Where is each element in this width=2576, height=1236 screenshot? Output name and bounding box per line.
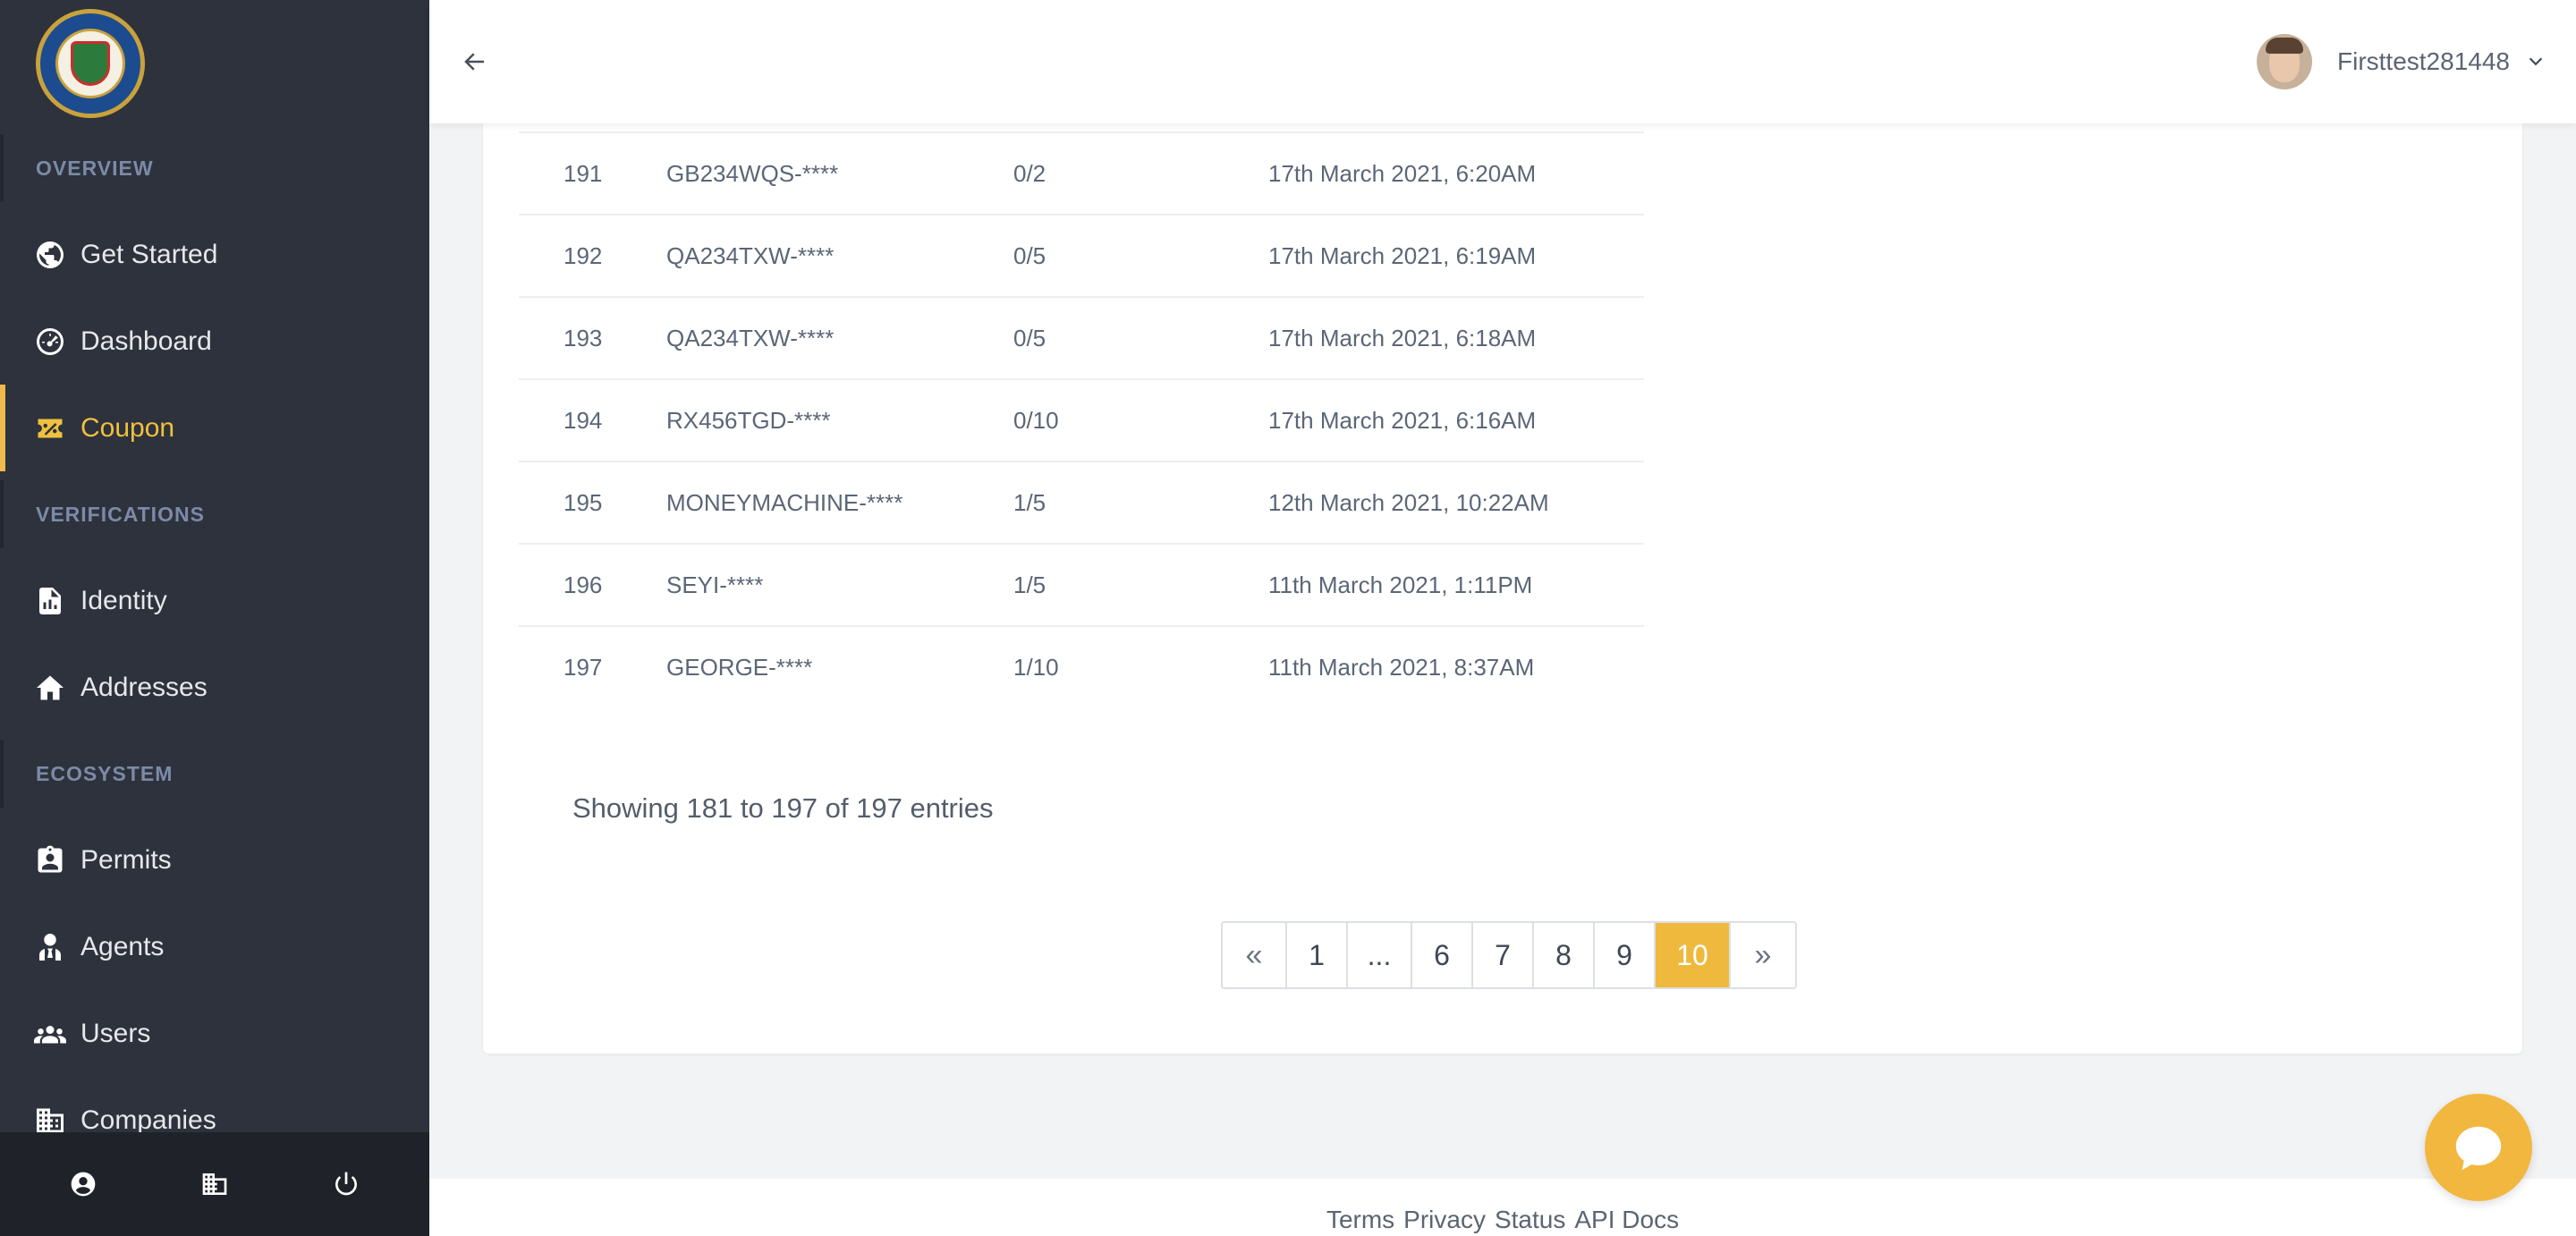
sidebar-item-label: Addresses <box>80 672 208 702</box>
row-usage: 0/10 <box>1013 406 1059 434</box>
row-id: 192 <box>564 241 603 269</box>
footer-link-terms[interactable]: Terms <box>1326 1206 1394 1234</box>
dashboard-gauge-icon <box>34 326 66 358</box>
logo-area <box>0 0 429 125</box>
sidebar-item-addresses[interactable]: Addresses <box>0 644 429 731</box>
row-usage: 0/2 <box>1013 159 1046 187</box>
coupon-icon <box>34 412 66 444</box>
coupon-table: 191 GB234WQS-**** 0/2 17th March 2021, 6… <box>519 131 1644 707</box>
pagination-page-9[interactable]: 9 <box>1595 923 1656 987</box>
pagination-prev[interactable]: « <box>1223 923 1287 987</box>
arrow-left-icon <box>464 53 484 71</box>
table-row: 192 QA234TXW-**** 0/5 17th March 2021, 6… <box>519 214 1644 296</box>
row-date: 11th March 2021, 1:11PM <box>1268 571 1533 598</box>
sidebar-item-users[interactable]: Users <box>0 990 429 1077</box>
coupon-list-card: 191 GB234WQS-**** 0/2 17th March 2021, 6… <box>483 89 2522 1054</box>
chevron-down-icon <box>2526 49 2551 74</box>
row-usage: 1/5 <box>1013 488 1046 516</box>
table-row: 197 GEORGE-**** 1/10 11th March 2021, 8:… <box>519 625 1644 707</box>
sidebar-item-label: Get Started <box>80 239 218 269</box>
home-icon <box>34 672 66 704</box>
user-name: Firsttest281448 <box>2337 47 2510 75</box>
row-id: 191 <box>564 159 603 187</box>
pagination-page-1[interactable]: 1 <box>1287 923 1348 987</box>
row-code: MONEYMACHINE-**** <box>666 488 903 516</box>
pagination-page-7[interactable]: 7 <box>1473 923 1534 987</box>
sidebar-item-label: Companies <box>80 1105 216 1135</box>
chat-bubble-icon <box>2455 1126 2502 1171</box>
sidebar-item-identity[interactable]: Identity <box>0 557 429 644</box>
power-icon[interactable] <box>319 1157 373 1211</box>
row-usage: 0/5 <box>1013 241 1046 269</box>
row-code: RX456TGD-**** <box>666 406 831 434</box>
sidebar-footer <box>0 1132 429 1236</box>
back-button[interactable] <box>451 38 499 86</box>
id-badge-icon <box>34 844 66 876</box>
row-id: 193 <box>564 324 603 351</box>
row-date: 17th March 2021, 6:19AM <box>1268 241 1537 269</box>
crest-icon <box>71 41 110 86</box>
pagination-next[interactable]: » <box>1731 923 1795 987</box>
pagination-page-6[interactable]: 6 <box>1412 923 1473 987</box>
account-circle-icon[interactable] <box>56 1157 110 1211</box>
sidebar-item-label: Identity <box>80 585 167 615</box>
entries-summary: Showing 181 to 197 of 197 entries <box>572 792 994 824</box>
section-title-verifications: VERIFICATIONS <box>0 471 429 557</box>
sidebar-item-label: Users <box>80 1018 151 1048</box>
logo[interactable] <box>36 9 145 118</box>
pagination-ellipsis[interactable]: ... <box>1348 923 1412 987</box>
sidebar: OVERVIEW Get Started Dashboard Coupon VE… <box>0 0 429 1236</box>
pagination-page-10-active[interactable]: 10 <box>1656 923 1731 987</box>
users-icon <box>34 1018 66 1050</box>
page-footer: Terms Privacy Status API Docs <box>429 1179 2576 1236</box>
agent-icon <box>34 931 66 963</box>
building-icon[interactable] <box>188 1157 242 1211</box>
sidebar-item-label: Permits <box>80 844 172 875</box>
row-id: 194 <box>564 406 603 434</box>
row-id: 197 <box>564 653 603 681</box>
sidebar-item-get-started[interactable]: Get Started <box>0 211 429 298</box>
row-id: 196 <box>564 571 603 598</box>
table-row: 193 QA234TXW-**** 0/5 17th March 2021, 6… <box>519 296 1644 378</box>
table-row: 194 RX456TGD-**** 0/10 17th March 2021, … <box>519 378 1644 461</box>
row-usage: 1/10 <box>1013 653 1059 681</box>
row-code: GB234WQS-**** <box>666 159 839 187</box>
row-id: 195 <box>564 488 603 516</box>
sidebar-item-label: Agents <box>80 931 165 961</box>
section-title-ecosystem: ECOSYSTEM <box>0 731 429 817</box>
row-date: 17th March 2021, 6:16AM <box>1268 406 1537 434</box>
row-code: QA234TXW-**** <box>666 241 835 269</box>
globe-icon <box>34 239 66 271</box>
topbar: Firsttest281448 <box>429 0 2576 123</box>
row-date: 12th March 2021, 10:22AM <box>1268 488 1549 516</box>
row-date: 17th March 2021, 6:20AM <box>1268 159 1537 187</box>
row-usage: 1/5 <box>1013 571 1046 598</box>
footer-link-privacy[interactable]: Privacy <box>1403 1206 1486 1234</box>
footer-link-status[interactable]: Status <box>1495 1206 1565 1234</box>
sidebar-item-label: Dashboard <box>80 326 212 356</box>
pagination: « 1 ... 6 7 8 9 10 » <box>1221 921 1797 989</box>
row-usage: 0/5 <box>1013 324 1046 351</box>
chat-button[interactable] <box>2425 1094 2532 1201</box>
sidebar-item-coupon[interactable]: Coupon <box>0 385 429 471</box>
row-code: GEORGE-**** <box>666 653 813 681</box>
section-title-overview: OVERVIEW <box>0 125 429 211</box>
table-row: 191 GB234WQS-**** 0/2 17th March 2021, 6… <box>519 131 1644 214</box>
sidebar-item-permits[interactable]: Permits <box>0 817 429 903</box>
table-row: 195 MONEYMACHINE-**** 1/5 12th March 202… <box>519 461 1644 543</box>
document-chart-icon <box>34 585 66 617</box>
avatar <box>2257 34 2312 89</box>
user-menu[interactable]: Firsttest281448 <box>2257 32 2551 91</box>
sidebar-item-label: Coupon <box>80 412 175 443</box>
row-code: SEYI-**** <box>666 571 764 598</box>
pagination-page-8[interactable]: 8 <box>1534 923 1595 987</box>
row-date: 17th March 2021, 6:18AM <box>1268 324 1537 351</box>
sidebar-item-dashboard[interactable]: Dashboard <box>0 298 429 385</box>
footer-link-api-docs[interactable]: API Docs <box>1574 1206 1679 1234</box>
row-date: 11th March 2021, 8:37AM <box>1268 653 1535 681</box>
table-row: 196 SEYI-**** 1/5 11th March 2021, 1:11P… <box>519 543 1644 625</box>
row-code: QA234TXW-**** <box>666 324 835 351</box>
sidebar-item-agents[interactable]: Agents <box>0 903 429 990</box>
